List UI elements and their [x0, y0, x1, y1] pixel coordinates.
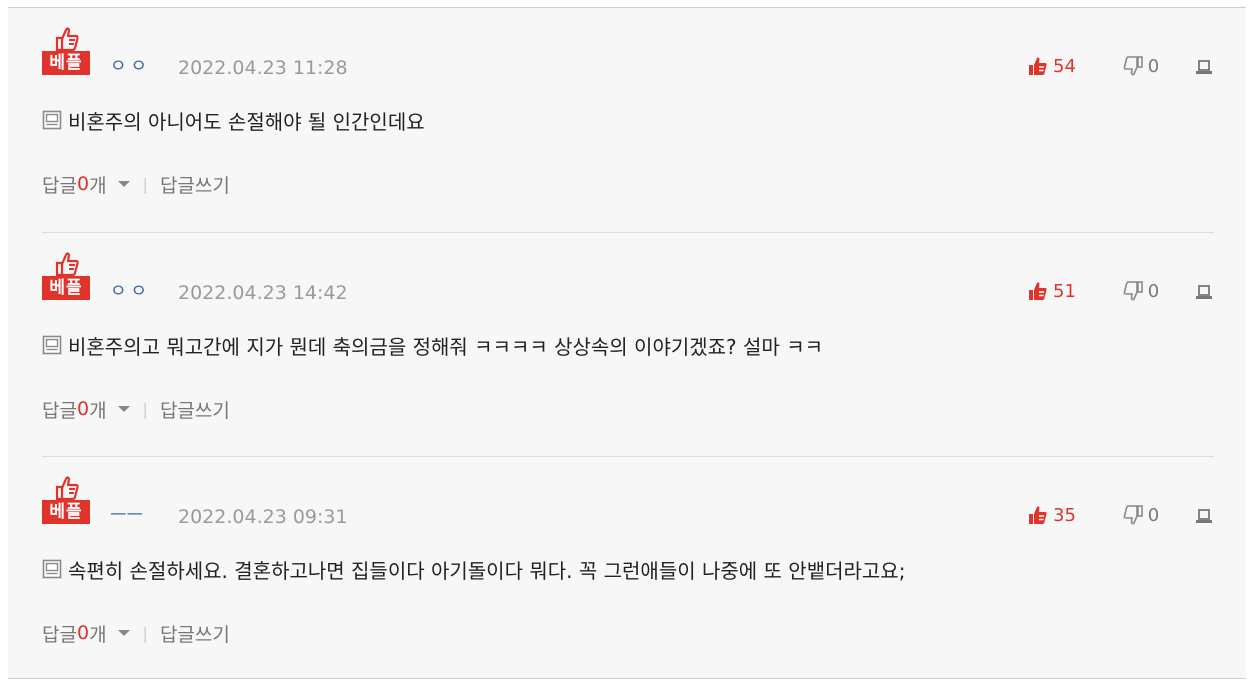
- reply-bar: 답글 0개 | 답글쓰기: [42, 170, 230, 198]
- report-button[interactable]: [1184, 281, 1214, 301]
- downvote-button[interactable]: 0: [1098, 281, 1184, 302]
- comment-body: 속편히 손절하세요. 결혼하고나면 집들이다 아기돌이다 뭐다. 꼭 그런애들이…: [42, 555, 905, 583]
- comment-text: 비혼주의고 뭐고간에 지가 뭔데 축의금을 정해줘 ㅋㅋㅋㅋ 상상속의 이야기겠…: [68, 334, 823, 359]
- reply-suffix: 개: [89, 174, 107, 197]
- report-icon: [1196, 60, 1212, 74]
- reply-count: 0: [76, 622, 90, 644]
- reply-count: 0: [76, 398, 90, 420]
- reply-count: 0: [76, 173, 90, 195]
- best-badge: 베플: [42, 26, 90, 82]
- reply-suffix: 개: [89, 623, 107, 646]
- thumbs-up-icon: [1029, 57, 1047, 75]
- thumbs-down-icon: [1123, 281, 1143, 301]
- caret-down-icon: [117, 406, 130, 412]
- thumbs-up-icon: [1029, 506, 1047, 524]
- upvote-count: 35: [1053, 504, 1076, 526]
- reply-prefix: 답글: [42, 399, 77, 422]
- document-icon: [42, 110, 62, 130]
- reply-toggle[interactable]: 답글 0개: [42, 396, 141, 423]
- thumbs-down-icon: [1123, 56, 1143, 76]
- caret-down-icon: [117, 630, 130, 636]
- best-badge: 베플: [42, 251, 90, 307]
- comment-item: 베플 ㅡㅡ 2022.04.23 09:31 35 0 속편히 손절하세요. 결…: [42, 456, 1214, 681]
- report-button[interactable]: [1184, 505, 1214, 525]
- reply-toggle[interactable]: 답글 0개: [42, 171, 141, 198]
- reply-toggle[interactable]: 답글 0개: [42, 620, 141, 647]
- comment-item: 베플 ㅇㅇ 2022.04.23 11:28 54 0 비혼주의 아니어도 손절…: [42, 8, 1214, 232]
- reply-bar: 답글 0개 | 답글쓰기: [42, 619, 230, 647]
- reply-prefix: 답글: [42, 174, 77, 197]
- comment-author[interactable]: ㅇㅇ: [110, 280, 151, 304]
- write-reply-button[interactable]: 답글쓰기: [160, 620, 230, 647]
- reply-suffix: 개: [89, 399, 107, 422]
- comment-body: 비혼주의고 뭐고간에 지가 뭔데 축의금을 정해줘 ㅋㅋㅋㅋ 상상속의 이야기겠…: [42, 331, 823, 359]
- report-button[interactable]: [1184, 56, 1214, 76]
- caret-down-icon: [117, 181, 130, 187]
- comment-author[interactable]: ㅡㅡ: [110, 504, 143, 528]
- reply-prefix: 답글: [42, 623, 77, 646]
- upvote-count: 51: [1053, 280, 1076, 302]
- comment-date: 2022.04.23 14:42: [178, 282, 348, 304]
- write-reply-button[interactable]: 답글쓰기: [160, 171, 230, 198]
- document-icon: [42, 335, 62, 355]
- thumbs-up-icon: [55, 252, 79, 277]
- best-comments-panel: 베플 ㅇㅇ 2022.04.23 11:28 54 0 비혼주의 아니어도 손절…: [8, 7, 1246, 679]
- report-icon: [1196, 285, 1212, 299]
- document-icon: [42, 559, 62, 579]
- thumbs-up-icon: [55, 476, 79, 501]
- upvote-button[interactable]: 35: [1028, 505, 1098, 526]
- comment-author[interactable]: ㅇㅇ: [110, 55, 151, 79]
- best-badge-label: 베플: [42, 51, 90, 75]
- downvote-button[interactable]: 0: [1098, 505, 1184, 526]
- comment-text: 비혼주의 아니어도 손절해야 될 인간인데요: [68, 109, 425, 134]
- comment-text: 속편히 손절하세요. 결혼하고나면 집들이다 아기돌이다 뭐다. 꼭 그런애들이…: [68, 558, 906, 583]
- comment-date: 2022.04.23 09:31: [178, 506, 348, 528]
- upvote-count: 54: [1053, 55, 1076, 77]
- divider: |: [142, 623, 148, 643]
- downvote-count: 0: [1147, 280, 1160, 302]
- upvote-button[interactable]: 54: [1028, 56, 1098, 77]
- divider: |: [142, 399, 148, 419]
- thumbs-up-icon: [55, 27, 79, 52]
- thumbs-up-icon: [1029, 282, 1047, 300]
- downvote-count: 0: [1147, 55, 1160, 77]
- vote-controls: 54 0: [1028, 54, 1214, 78]
- write-reply-button[interactable]: 답글쓰기: [160, 396, 230, 423]
- downvote-button[interactable]: 0: [1098, 56, 1184, 77]
- upvote-button[interactable]: 51: [1028, 281, 1098, 302]
- best-badge-label: 베플: [42, 276, 90, 300]
- comment-body: 비혼주의 아니어도 손절해야 될 인간인데요: [42, 106, 425, 134]
- vote-controls: 51 0: [1028, 279, 1214, 303]
- reply-bar: 답글 0개 | 답글쓰기: [42, 395, 230, 423]
- best-badge-label: 베플: [42, 500, 90, 524]
- comment-item: 베플 ㅇㅇ 2022.04.23 14:42 51 0 비혼주의고 뭐고간에 지…: [42, 232, 1214, 457]
- comment-date: 2022.04.23 11:28: [178, 57, 348, 79]
- report-icon: [1196, 509, 1212, 523]
- vote-controls: 35 0: [1028, 503, 1214, 527]
- divider: |: [142, 174, 148, 194]
- thumbs-down-icon: [1123, 505, 1143, 525]
- downvote-count: 0: [1147, 504, 1160, 526]
- best-badge: 베플: [42, 475, 90, 531]
